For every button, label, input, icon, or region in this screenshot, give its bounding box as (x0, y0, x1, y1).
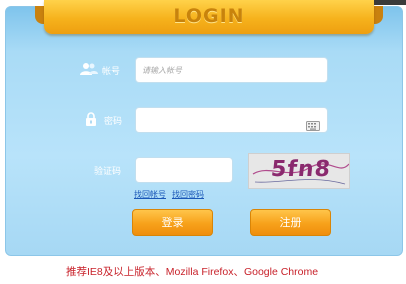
account-input[interactable] (136, 58, 292, 83)
retrieve-password-link[interactable]: 找回密码 (172, 190, 204, 199)
browser-recommendation: 推荐IE8及以上版本、Mozilla Firefox、Google Chrome (66, 266, 319, 278)
retrieve-account-link[interactable]: 找回帐号 (134, 190, 166, 199)
login-button[interactable]: 登录 (132, 209, 213, 236)
password-input[interactable] (136, 108, 292, 133)
login-banner: LOGIN (44, 0, 374, 34)
captcha-input[interactable] (136, 158, 230, 183)
captcha-label: 验证码 (94, 167, 122, 177)
account-field[interactable] (135, 57, 328, 83)
user-icon (80, 61, 98, 80)
password-field[interactable] (135, 107, 328, 133)
retrieve-links: 找回帐号 找回密码 (134, 189, 210, 200)
register-button[interactable]: 注册 (250, 209, 331, 236)
keyboard-icon[interactable] (306, 116, 320, 135)
captcha-text: 5fn8 (269, 157, 333, 182)
password-label: 密码 (104, 117, 123, 127)
lock-icon (85, 111, 97, 130)
page-title: LOGIN (173, 5, 245, 27)
captcha-image[interactable]: 5fn8 (248, 153, 350, 189)
captcha-field[interactable] (135, 157, 233, 183)
account-label: 帐号 (102, 67, 121, 77)
